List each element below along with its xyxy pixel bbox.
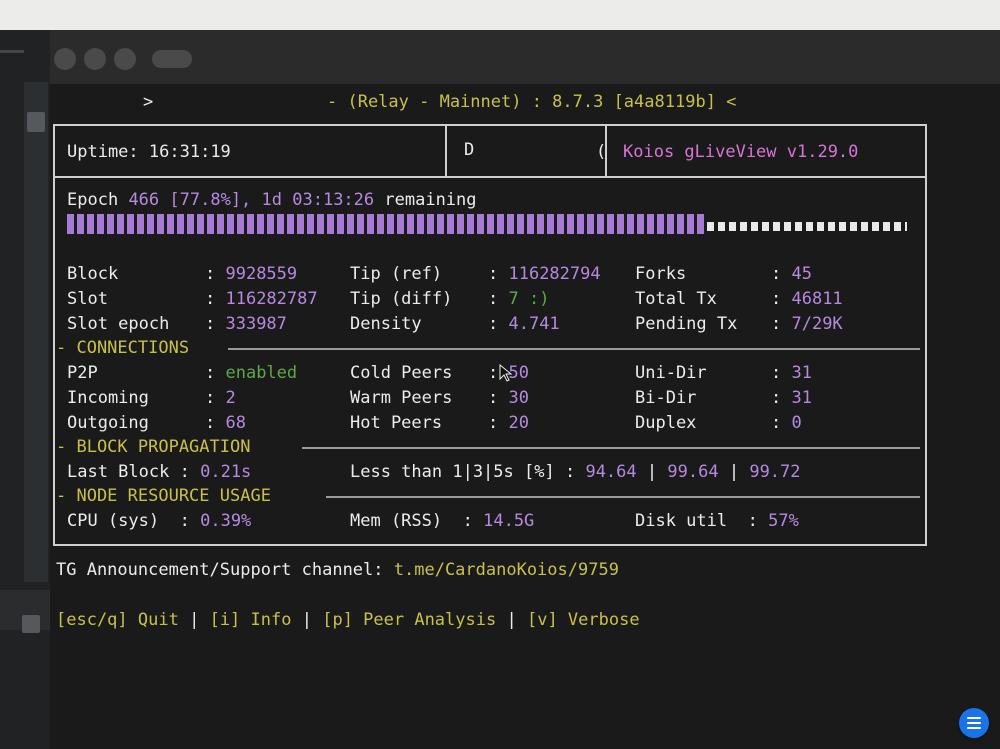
conn-rows-row-2-label-3: Duplex <box>635 413 697 433</box>
section-connections-rule <box>228 348 920 350</box>
section-resources-rule <box>326 496 920 498</box>
stats-rows-row-1-value-1: : 116282787 <box>205 289 318 309</box>
main-panel <box>53 124 927 546</box>
support-channel-label: TG Announcement/Support channel: <box>56 560 384 580</box>
disk-value: 57% <box>768 511 799 531</box>
uptime-value: 16:31:19 <box>148 142 231 162</box>
stats-rows-row-2-label-2: Density <box>350 314 422 334</box>
conn-rows-row-2-value-2: : 20 <box>488 413 529 433</box>
stats-rows-row-1-value-3: : 46811 <box>771 289 843 309</box>
mem-label: Mem (RSS) <box>350 511 443 531</box>
left-window-tab-edge <box>0 50 24 53</box>
menu-icon[interactable] <box>959 708 989 738</box>
stats-rows-row-0-label-2: Tip (ref) <box>350 264 443 284</box>
left-scrollbar-track[interactable] <box>24 82 48 582</box>
stats-rows-row-1-value-2: : 7 :) <box>488 289 550 309</box>
middle-glyph: D <box>464 140 475 160</box>
tab-pill[interactable] <box>152 50 192 68</box>
close-window-button[interactable] <box>54 48 76 70</box>
epoch-percent: [77.8%], <box>169 190 252 210</box>
stats-rows-row-2-value-1: : 333987 <box>205 314 287 334</box>
uptime-label: Uptime: <box>67 142 139 162</box>
support-channel: TG Announcement/Support channel: t.me/Ca… <box>56 560 619 580</box>
zoom-window-button[interactable] <box>114 48 136 70</box>
epoch-line: Epoch 466 [77.8%], 1d 03:13:26 remaining <box>67 190 477 210</box>
propagation-5s: 99.72 <box>749 462 801 482</box>
quit-key[interactable]: [esc/q] Quit <box>56 610 179 630</box>
conn-rows-row-2-label-1: Outgoing <box>67 413 149 433</box>
info-key[interactable]: [i] Info <box>210 610 292 630</box>
conn-rows-row-1-value-2: : 30 <box>488 388 529 408</box>
disk-label: Disk util <box>635 511 728 531</box>
uptime: Uptime: 16:31:19 <box>67 142 231 162</box>
epoch-progress-remaining <box>707 222 907 231</box>
peer-analysis-key[interactable]: [p] Peer Analysis <box>322 610 496 630</box>
stats-rows-row-1-label-1: Slot <box>67 289 108 309</box>
conn-rows-row-2-value-1: : 68 <box>205 413 246 433</box>
conn-rows-row-0-value-1: : enabled <box>205 363 298 383</box>
stats-rows-row-0-value-1: : 9928559 <box>205 264 298 284</box>
section-block-propagation-title: - BLOCK PROPAGATION <box>56 437 251 457</box>
app-name: Koios gLiveView v1.29.0 <box>623 142 859 162</box>
epoch-progress-filled <box>67 214 707 234</box>
less-than-label: Less than 1|3|5s [%] <box>350 462 555 482</box>
cpu-value: 0.39% <box>200 511 252 531</box>
section-resources-title: - NODE RESOURCE USAGE <box>56 486 271 506</box>
conn-rows-row-0-label-1: P2P <box>67 363 98 383</box>
cpu-label: CPU (sys) <box>67 511 160 531</box>
conn-rows-row-1-label-2: Warm Peers <box>350 388 453 408</box>
conn-rows-row-0-value-3: : 31 <box>771 363 812 383</box>
conn-rows-row-0-label-2: Cold Peers <box>350 363 453 383</box>
support-channel-link[interactable]: t.me/CardanoKoios/9759 <box>394 560 619 580</box>
key-hints: [esc/q] Quit | [i] Info | [p] Peer Analy… <box>56 610 640 630</box>
stats-rows-row-2-value-2: : 4.741 <box>488 314 560 334</box>
left-pane-button[interactable] <box>22 615 40 633</box>
stats-rows-row-0-label-1: Block <box>67 264 119 284</box>
cpu-usage: CPU (sys) : 0.39% <box>67 511 252 531</box>
mouse-cursor-icon <box>499 364 513 382</box>
verbose-key[interactable]: [v] Verbose <box>527 610 640 630</box>
stats-rows-row-2-label-1: Slot epoch <box>67 314 170 334</box>
node-title: - (Relay - Mainnet) : 8.7.3 [a4a8119b] < <box>327 92 737 112</box>
section-block-propagation-rule <box>302 447 920 449</box>
minimize-window-button[interactable] <box>84 48 106 70</box>
section-connections-title: - CONNECTIONS <box>56 338 190 358</box>
conn-rows-row-1-value-3: : 31 <box>771 388 812 408</box>
left-scrollbar-thumb[interactable] <box>27 112 45 132</box>
last-block-label: Last Block <box>67 462 170 482</box>
prompt-glyph: > <box>143 92 154 112</box>
terminal-content[interactable]: > - (Relay - Mainnet) : 8.7.3 [a4a8119b]… <box>50 84 1000 749</box>
header-separator <box>53 176 925 178</box>
stats-rows-row-2-label-3: Pending Tx <box>635 314 738 334</box>
terminal-titlebar <box>50 30 1000 84</box>
conn-rows-row-1-label-3: Bi-Dir <box>635 388 697 408</box>
last-block-value: 0.21s <box>200 462 252 482</box>
epoch-remaining-time: 1d 03:13:26 <box>261 190 375 210</box>
epoch-label: Epoch <box>67 190 119 210</box>
desktop-top-strip <box>0 0 1000 30</box>
stats-rows-row-0-value-3: : 45 <box>771 264 812 284</box>
mem-value: 14.5G <box>483 511 535 531</box>
epoch-remaining-label: remaining <box>384 190 477 210</box>
stats-rows-row-0-label-3: Forks <box>635 264 687 284</box>
last-block: Last Block : 0.21s <box>67 462 252 482</box>
stats-rows-row-1-label-2: Tip (diff) <box>350 289 453 309</box>
propagation-3s: 99.64 <box>667 462 719 482</box>
propagation-percentages: Less than 1|3|5s [%] : 94.64 | 99.64 | 9… <box>350 462 801 482</box>
mem-usage: Mem (RSS) : 14.5G <box>350 511 535 531</box>
middle-glyph-right: ( <box>596 142 607 162</box>
conn-rows-row-1-value-1: : 2 <box>205 388 236 408</box>
propagation-1s: 94.64 <box>585 462 637 482</box>
stats-rows-row-2-value-3: : 7/29K <box>771 314 843 334</box>
conn-rows-row-2-label-2: Hot Peers <box>350 413 443 433</box>
disk-usage: Disk util : 57% <box>635 511 799 531</box>
conn-rows-row-1-label-1: Incoming <box>67 388 149 408</box>
left-window-edge <box>0 30 50 749</box>
conn-rows-row-2-value-3: : 0 <box>771 413 802 433</box>
conn-rows-row-0-label-3: Uni-Dir <box>635 363 707 383</box>
stats-rows-row-0-value-2: : 116282794 <box>488 264 601 284</box>
epoch-number: 466 <box>128 190 160 210</box>
stats-rows-row-1-label-3: Total Tx <box>635 289 717 309</box>
